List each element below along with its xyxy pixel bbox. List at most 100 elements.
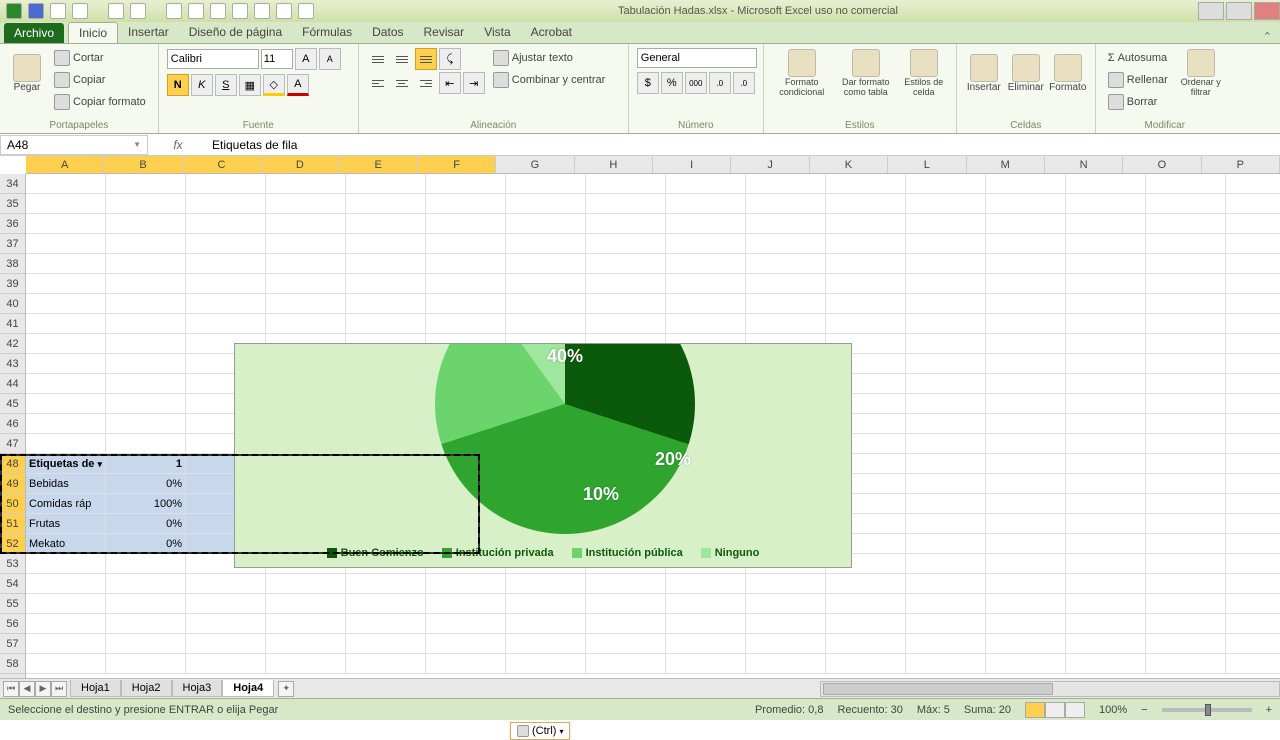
cell[interactable]: [506, 294, 586, 314]
cell[interactable]: [1146, 374, 1226, 394]
cell[interactable]: [186, 654, 266, 674]
cell[interactable]: [1146, 494, 1226, 514]
cell[interactable]: [906, 574, 986, 594]
cell[interactable]: [1146, 334, 1226, 354]
cell[interactable]: [1226, 534, 1280, 554]
cell[interactable]: [506, 214, 586, 234]
qat-icon[interactable]: [108, 3, 124, 19]
cell[interactable]: [506, 314, 586, 334]
column-header[interactable]: H: [575, 156, 653, 173]
cell[interactable]: [826, 594, 906, 614]
cell[interactable]: [986, 594, 1066, 614]
column-header[interactable]: F: [418, 156, 496, 173]
cell[interactable]: [26, 614, 106, 634]
cell[interactable]: [826, 574, 906, 594]
align-right-button[interactable]: [415, 72, 437, 94]
cell[interactable]: [746, 274, 826, 294]
qat-icon[interactable]: [166, 3, 182, 19]
cell[interactable]: [1226, 174, 1280, 194]
cell[interactable]: [986, 214, 1066, 234]
cell[interactable]: [186, 234, 266, 254]
cell[interactable]: [986, 394, 1066, 414]
cell[interactable]: [106, 614, 186, 634]
row-header[interactable]: 49: [0, 474, 25, 494]
cell[interactable]: [26, 194, 106, 214]
cell[interactable]: [1146, 514, 1226, 534]
cell[interactable]: [1066, 594, 1146, 614]
qat-icon[interactable]: [232, 3, 248, 19]
cell[interactable]: [1066, 514, 1146, 534]
cell[interactable]: [1226, 294, 1280, 314]
cell[interactable]: [106, 174, 186, 194]
column-header[interactable]: G: [496, 156, 574, 173]
cell[interactable]: [1066, 334, 1146, 354]
redo-icon[interactable]: [72, 3, 88, 19]
row-header[interactable]: 35: [0, 194, 25, 214]
cell[interactable]: [586, 294, 666, 314]
cell[interactable]: [26, 374, 106, 394]
cell[interactable]: [1226, 594, 1280, 614]
cell[interactable]: [746, 214, 826, 234]
undo-icon[interactable]: [50, 3, 66, 19]
cell[interactable]: [906, 314, 986, 334]
cell[interactable]: [1226, 194, 1280, 214]
cell[interactable]: [1066, 234, 1146, 254]
cell[interactable]: [1146, 574, 1226, 594]
cell[interactable]: 1: [106, 454, 186, 474]
cell[interactable]: [906, 634, 986, 654]
cell[interactable]: [826, 654, 906, 674]
cell[interactable]: [826, 634, 906, 654]
cell[interactable]: [346, 254, 426, 274]
cell[interactable]: [586, 254, 666, 274]
cell[interactable]: [106, 234, 186, 254]
column-header[interactable]: O: [1123, 156, 1201, 173]
row-header[interactable]: 40: [0, 294, 25, 314]
cell[interactable]: [1226, 214, 1280, 234]
cell[interactable]: [346, 294, 426, 314]
cell[interactable]: [1146, 354, 1226, 374]
cell[interactable]: [346, 614, 426, 634]
next-sheet-button[interactable]: ▶: [35, 681, 51, 697]
cell[interactable]: [826, 234, 906, 254]
cell[interactable]: [986, 254, 1066, 274]
cell[interactable]: [986, 174, 1066, 194]
cell[interactable]: [26, 434, 106, 454]
cell[interactable]: [1146, 394, 1226, 414]
cell[interactable]: [586, 314, 666, 334]
cell[interactable]: [1226, 554, 1280, 574]
clear-button[interactable]: Borrar: [1104, 92, 1172, 112]
decrease-decimal-button[interactable]: .0: [733, 72, 755, 94]
cell[interactable]: [986, 654, 1066, 674]
cell[interactable]: [1226, 354, 1280, 374]
zoom-slider[interactable]: [1162, 708, 1252, 712]
cell[interactable]: [746, 574, 826, 594]
cell[interactable]: [346, 234, 426, 254]
cell[interactable]: [26, 654, 106, 674]
cell[interactable]: [506, 654, 586, 674]
cell[interactable]: [986, 414, 1066, 434]
cell[interactable]: [186, 294, 266, 314]
font-color-button[interactable]: A: [287, 74, 309, 96]
cell[interactable]: [586, 654, 666, 674]
row-header[interactable]: 34: [0, 174, 25, 194]
column-header[interactable]: I: [653, 156, 731, 173]
merge-center-button[interactable]: Combinar y centrar: [489, 70, 610, 90]
number-format-select[interactable]: [637, 48, 757, 68]
cell[interactable]: [426, 314, 506, 334]
cell[interactable]: [1146, 654, 1226, 674]
cell[interactable]: [986, 434, 1066, 454]
cell[interactable]: [986, 274, 1066, 294]
cell[interactable]: [986, 574, 1066, 594]
row-header[interactable]: 38: [0, 254, 25, 274]
cell[interactable]: [186, 174, 266, 194]
cell[interactable]: [346, 574, 426, 594]
cell[interactable]: [1146, 174, 1226, 194]
cell[interactable]: [186, 194, 266, 214]
cell[interactable]: [986, 334, 1066, 354]
cell[interactable]: [1146, 234, 1226, 254]
cell[interactable]: [1146, 434, 1226, 454]
cell[interactable]: 100%: [106, 494, 186, 514]
cell[interactable]: [586, 634, 666, 654]
fill-color-button[interactable]: ◇: [263, 74, 285, 96]
row-header[interactable]: 48: [0, 454, 25, 474]
